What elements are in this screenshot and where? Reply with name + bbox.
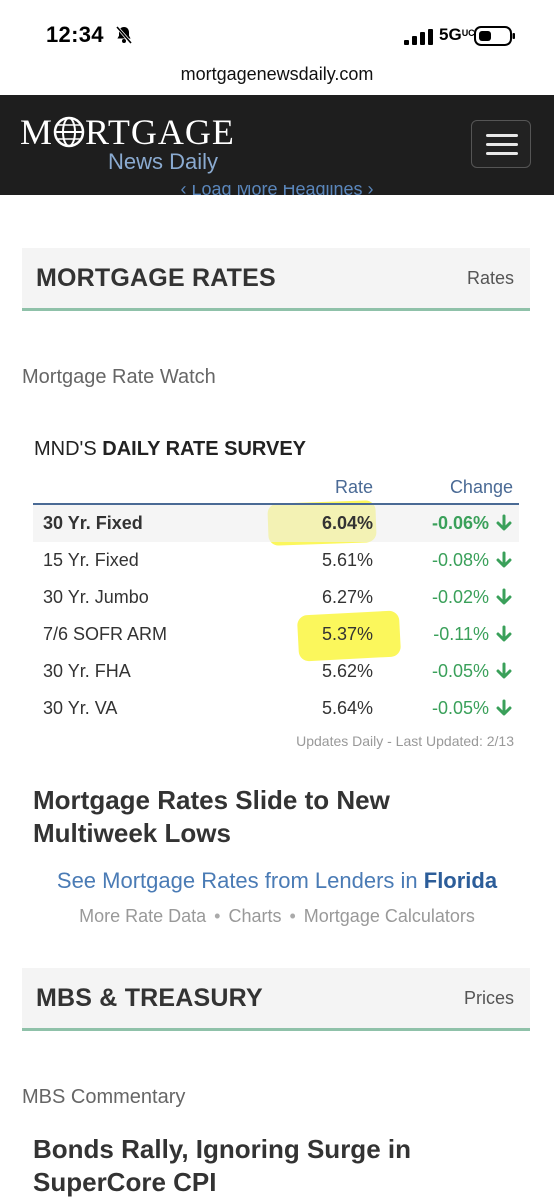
table-row[interactable]: 30 Yr. Fixed 6.04% -0.06% (33, 505, 519, 542)
product-name: 7/6 SOFR ARM (43, 624, 168, 644)
rate-value: 6.27% (321, 587, 373, 607)
table-row[interactable]: 30 Yr. Jumbo 6.27% -0.02% (33, 579, 519, 616)
prices-link[interactable]: Prices (464, 988, 514, 1009)
globe-icon (53, 116, 85, 148)
headline-line: Multiweek Lows (33, 818, 231, 848)
mortgage-rates-section-header: MORTGAGE RATES Rates (22, 248, 530, 311)
headline-line: Mortgage Rates Slide to New (33, 785, 390, 815)
column-header-change: Change (449, 477, 513, 497)
product-name: 15 Yr. Fixed (43, 550, 139, 570)
status-bar: 12:34 5GUC (0, 0, 554, 62)
lenders-link[interactable]: See Mortgage Rates from Lenders in Flori… (0, 868, 554, 894)
muted-bell-icon (115, 26, 133, 44)
address-bar[interactable]: mortgagenewsdaily.com (0, 64, 554, 90)
article-headline[interactable]: Bonds Rally, Ignoring Surge in SuperCore… (33, 1133, 513, 1199)
table-row[interactable]: 15 Yr. Fixed 5.61% -0.08% (33, 542, 519, 579)
section-title: MBS & TREASURY (36, 984, 263, 1012)
rate-survey-table: Rate Change 30 Yr. Fixed 6.04% -0.06% 15… (33, 477, 519, 727)
load-more-headlines-link[interactable]: ‹ Load More Headlines › (0, 185, 554, 199)
rate-value: 5.62% (321, 661, 373, 681)
change-value: -0.06% (431, 513, 489, 533)
product-name: 30 Yr. FHA (43, 661, 131, 681)
arrow-down-icon (496, 514, 512, 531)
mortgage-rate-watch-link[interactable]: Mortgage Rate Watch (22, 366, 216, 389)
change-value: -0.05% (431, 661, 489, 681)
headline-line: SuperCore CPI (33, 1167, 217, 1197)
change-value: -0.05% (431, 698, 489, 718)
table-row[interactable]: 30 Yr. VA 5.64% -0.05% (33, 690, 519, 727)
mbs-commentary-link[interactable]: MBS Commentary (22, 1086, 185, 1109)
site-logo[interactable]: M RTGAGE (20, 113, 235, 151)
mbs-treasury-section-header: MBS & TREASURY Prices (22, 968, 530, 1031)
site-logo-subtitle: News Daily (108, 149, 219, 174)
survey-title: MND'S DAILY RATE SURVEY (34, 438, 307, 460)
rate-value: 6.04% (321, 513, 373, 533)
last-updated-note: Updates Daily - Last Updated: 2/13 (296, 733, 514, 749)
table-row[interactable]: 7/6 SOFR ARM 5.37% -0.11% (33, 616, 519, 653)
rate-value: 5.37% (321, 624, 373, 644)
table-row[interactable]: 30 Yr. FHA 5.62% -0.05% (33, 653, 519, 690)
table-header: Rate Change (33, 477, 519, 505)
battery-icon (474, 26, 515, 46)
product-name: 30 Yr. Jumbo (43, 587, 149, 607)
mortgage-calculators-link[interactable]: Mortgage Calculators (304, 906, 475, 926)
signal-icon (404, 29, 433, 45)
network-label: 5GUC (439, 25, 475, 44)
column-header-rate: Rate (334, 477, 373, 497)
product-name: 30 Yr. Fixed (43, 513, 143, 533)
arrow-down-icon (496, 551, 512, 568)
charts-link[interactable]: Charts (228, 906, 281, 926)
arrow-down-icon (496, 625, 512, 642)
article-headline[interactable]: Mortgage Rates Slide to New Multiweek Lo… (33, 784, 513, 850)
clock: 12:34 (46, 22, 104, 47)
arrow-down-icon (496, 662, 512, 679)
product-name: 30 Yr. VA (43, 698, 118, 718)
rate-value: 5.64% (321, 698, 373, 718)
arrow-down-icon (496, 699, 512, 716)
change-value: -0.02% (431, 587, 489, 607)
rates-link[interactable]: Rates (467, 268, 514, 289)
rate-value: 5.61% (321, 550, 373, 570)
hamburger-menu-button[interactable] (471, 120, 531, 168)
change-value: -0.11% (433, 624, 489, 644)
section-title: MORTGAGE RATES (36, 264, 276, 292)
arrow-down-icon (496, 588, 512, 605)
headline-line: Bonds Rally, Ignoring Surge in (33, 1134, 411, 1164)
rate-links: More Rate Data • Charts • Mortgage Calculato… (79, 906, 475, 926)
change-value: -0.08% (431, 550, 489, 570)
more-rate-data-link[interactable]: More Rate Data (79, 906, 206, 926)
